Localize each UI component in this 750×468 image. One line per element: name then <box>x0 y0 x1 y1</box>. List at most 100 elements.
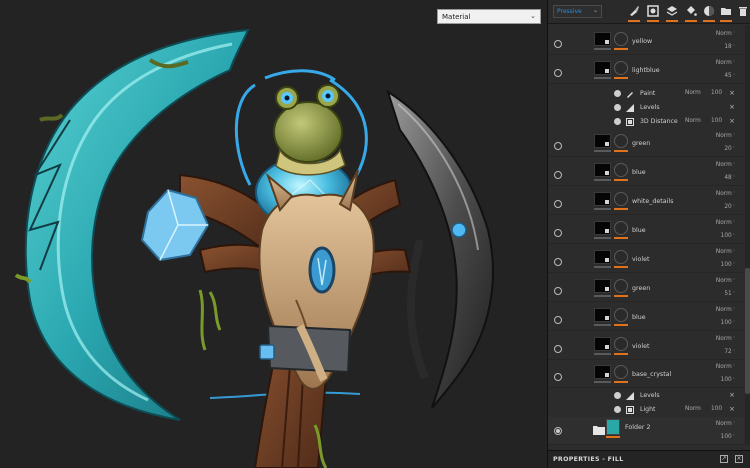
preset-value: Pressive <box>557 8 582 15</box>
close-icon[interactable]: × <box>729 391 735 399</box>
layer-name: blue <box>632 227 646 234</box>
opacity-value[interactable]: 48 <box>724 175 735 181</box>
effect-visibility-toggle[interactable] <box>614 392 621 399</box>
blend-mode-select[interactable]: Norm <box>716 278 735 284</box>
opacity-value[interactable]: 100 <box>721 434 735 440</box>
blend-mode-select[interactable]: Norm <box>716 336 735 342</box>
layer-row[interactable]: white_details Norm 20 <box>548 187 744 215</box>
effect-row[interactable]: Light Norm 100 × <box>548 403 744 417</box>
mask-bar <box>614 237 628 239</box>
visibility-toggle[interactable] <box>554 287 562 295</box>
visibility-toggle[interactable] <box>554 200 562 208</box>
blend-mode-select[interactable]: Norm <box>716 249 735 255</box>
layer-name: violet <box>632 343 650 350</box>
blend-mode-select[interactable]: Norm <box>685 118 701 124</box>
effect-row[interactable]: Paint Norm 100 × <box>548 87 744 101</box>
bucket-icon[interactable] <box>685 5 697 17</box>
layer-row[interactable]: base_crystal Norm 100 <box>548 360 744 388</box>
effect-row[interactable]: 3D Distance Norm 100 × <box>548 115 744 129</box>
blend-mode-select[interactable]: Norm <box>716 191 735 197</box>
layer-thumbnail <box>594 365 611 379</box>
effect-row[interactable]: Levels × <box>548 101 744 115</box>
opacity-value[interactable]: 20 <box>724 146 735 152</box>
visibility-toggle[interactable] <box>554 345 562 353</box>
add-fill-icon[interactable] <box>647 5 659 17</box>
visibility-toggle[interactable] <box>554 427 562 435</box>
opacity-value[interactable]: 100 <box>721 377 735 383</box>
folder-icon[interactable] <box>720 5 732 17</box>
effect-visibility-toggle[interactable] <box>614 118 621 125</box>
paint-brush-icon[interactable] <box>628 5 640 17</box>
material-select-value: Material <box>442 12 471 21</box>
opacity-value[interactable]: 100 <box>721 233 735 239</box>
mask-bar <box>614 208 628 210</box>
close-icon[interactable]: × <box>729 89 735 97</box>
layer-scrollbar-thumb[interactable] <box>745 268 750 394</box>
opacity-value[interactable]: 100 <box>711 406 722 412</box>
blend-mode-select[interactable]: Norm <box>716 60 735 66</box>
opacity-value[interactable]: 51 <box>724 291 735 297</box>
visibility-toggle[interactable] <box>554 258 562 266</box>
effect-visibility-toggle[interactable] <box>614 104 621 111</box>
opacity-value[interactable]: 45 <box>724 73 735 79</box>
opacity-value[interactable]: 72 <box>724 349 735 355</box>
layer-row[interactable]: violet Norm 72 <box>548 332 744 360</box>
close-icon[interactable]: × <box>729 405 735 413</box>
visibility-toggle[interactable] <box>554 229 562 237</box>
effect-row[interactable]: Levels × <box>548 389 744 403</box>
layer-row[interactable]: lightblue Norm 45 <box>548 56 744 84</box>
blend-mode-select[interactable]: Norm <box>716 133 735 139</box>
blend-mode-select[interactable]: Norm <box>685 90 701 96</box>
visibility-toggle[interactable] <box>554 40 562 48</box>
visibility-toggle[interactable] <box>554 316 562 324</box>
layer-name: base_crystal <box>632 371 672 378</box>
blend-mode-select[interactable]: Norm <box>716 220 735 226</box>
layer-row[interactable]: blue Norm 48 <box>548 158 744 186</box>
folder-row[interactable]: Folder 2 Norm 100 <box>548 417 744 445</box>
visibility-toggle[interactable] <box>554 142 562 150</box>
opacity-value[interactable]: 20 <box>724 204 735 210</box>
layer-name: green <box>632 140 651 147</box>
layer-row[interactable]: violet Norm 100 <box>548 245 744 273</box>
blend-mode-select[interactable]: Norm <box>716 421 735 427</box>
opacity-value[interactable]: 100 <box>721 262 735 268</box>
opacity-value[interactable]: 100 <box>721 320 735 326</box>
visibility-toggle[interactable] <box>554 171 562 179</box>
layer-row[interactable]: yellow Norm 18 <box>548 27 744 55</box>
delete-icon[interactable] <box>737 5 749 17</box>
opacity-value[interactable]: 18 <box>724 44 735 50</box>
close-icon[interactable]: × <box>729 117 735 125</box>
effects-icon[interactable] <box>703 5 715 17</box>
visibility-toggle[interactable] <box>554 373 562 381</box>
levels-icon <box>626 104 634 112</box>
close-icon[interactable]: × <box>735 455 743 463</box>
blend-mode-select[interactable]: Norm <box>716 31 735 37</box>
layer-row[interactable]: green Norm 51 <box>548 274 744 302</box>
layer-row[interactable]: blue Norm 100 <box>548 216 744 244</box>
effect-visibility-toggle[interactable] <box>614 406 621 413</box>
mask-thumbnail <box>614 308 628 322</box>
blend-mode-select[interactable]: Norm <box>685 406 701 412</box>
undock-icon[interactable]: ↗ <box>720 455 728 463</box>
material-select[interactable]: Material ⌄ <box>437 9 541 24</box>
layer-thumbnail <box>594 221 611 235</box>
folder-icon <box>593 426 605 435</box>
visibility-toggle[interactable] <box>554 69 562 77</box>
mask-bar <box>614 179 628 181</box>
blend-mode-select[interactable]: Norm <box>716 307 735 313</box>
opacity-value[interactable]: 100 <box>711 90 722 96</box>
3d-viewport[interactable]: Material ⌄ <box>0 0 547 468</box>
close-icon[interactable]: × <box>729 103 735 111</box>
chevron-down-icon: ⌄ <box>530 12 536 20</box>
preset-select[interactable]: Pressive ⌄ <box>553 5 602 18</box>
generator-icon <box>626 406 634 414</box>
opacity-value[interactable]: 100 <box>711 118 722 124</box>
layer-row[interactable]: green Norm 20 <box>548 129 744 157</box>
generator-icon <box>626 118 634 126</box>
blend-mode-select[interactable]: Norm <box>716 162 735 168</box>
layer-row[interactable]: blue Norm 100 <box>548 303 744 331</box>
effect-visibility-toggle[interactable] <box>614 90 621 97</box>
brush-icon <box>627 92 633 98</box>
add-layer-icon[interactable] <box>666 5 678 17</box>
blend-mode-select[interactable]: Norm <box>716 364 735 370</box>
